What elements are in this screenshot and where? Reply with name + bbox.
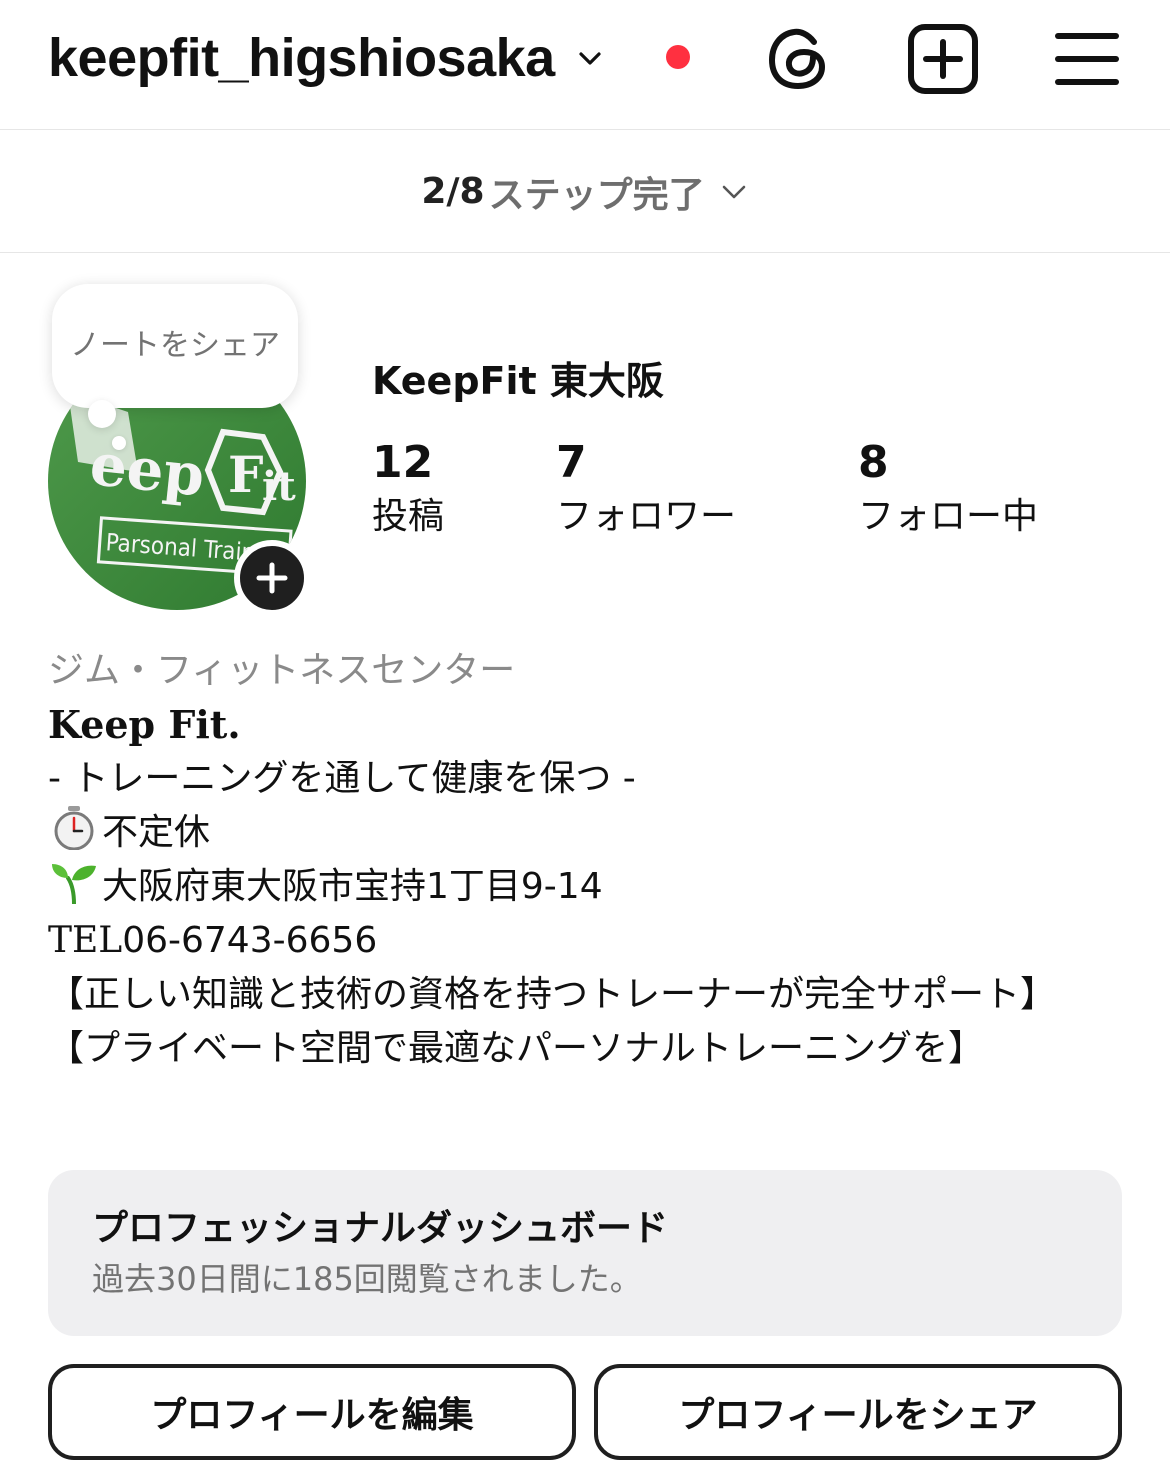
category-label: ジム・フィットネスセンター: [48, 650, 516, 691]
bio-hours-line: 不定休: [48, 806, 1128, 860]
seedling-icon: [52, 864, 96, 904]
svg-text:F: F: [228, 445, 264, 504]
add-story-button[interactable]: [234, 540, 310, 616]
bio-address: 大阪府東大阪市宝持1丁目9-14: [102, 866, 603, 907]
share-profile-button[interactable]: プロフィールをシェア: [594, 1364, 1122, 1460]
bio-line-private: 【プライベート空間で最適なパーソナルトレーニングを】: [48, 1028, 985, 1069]
posts-label: 投稿: [372, 496, 445, 537]
menu-icon[interactable]: [1050, 22, 1124, 96]
stat-followers[interactable]: 7 フォロワー: [556, 436, 736, 542]
chevron-down-icon[interactable]: [575, 43, 605, 73]
bio-line-support: 【正しい知識と技術の資格を持つトレーナーが完全サポート】: [48, 974, 1057, 1015]
chevron-down-icon: [722, 185, 745, 198]
username[interactable]: keepfit_higshiosaka: [48, 27, 555, 89]
stat-following[interactable]: 8 フォロー中: [858, 436, 1038, 542]
bio-tel-line: TEL06-6743-6656: [48, 914, 1128, 968]
edit-profile-button[interactable]: プロフィールを編集: [48, 1364, 576, 1460]
account-switcher[interactable]: keepfit_higshiosaka: [48, 20, 605, 96]
svg-text:eep: eep: [87, 430, 208, 510]
stopwatch-icon: [54, 806, 94, 850]
note-bubble-tail-small: [112, 436, 126, 450]
display-name: KeepFit 東大阪: [372, 359, 664, 403]
top-header: keepfit_higshiosaka: [0, 0, 1170, 130]
followers-count: 7: [556, 437, 587, 488]
stat-posts[interactable]: 12 投稿: [372, 436, 444, 542]
bio-address-line: 大阪府東大阪市宝持1丁目9-14: [48, 860, 1128, 914]
following-count: 8: [858, 437, 889, 488]
bio-title: Keep Fit.: [48, 702, 241, 747]
note-placeholder: ノートをシェア: [70, 328, 280, 363]
following-label: フォロー中: [858, 496, 1039, 537]
note-bubble-tail: [88, 400, 116, 428]
share-note-bubble[interactable]: ノートをシェア: [52, 284, 298, 408]
svg-text:it: it: [262, 463, 296, 510]
tel-number[interactable]: 06-6743-6656: [122, 920, 377, 961]
steps-label: ステップ完了: [488, 174, 705, 216]
plus-icon: [256, 562, 288, 594]
threads-icon[interactable]: [762, 22, 836, 96]
bio-tagline: - トレーニングを通して健康を保つ -: [48, 758, 636, 799]
create-post-icon[interactable]: [906, 22, 980, 96]
steps-count: 2/8: [421, 171, 485, 212]
dashboard-title: プロフェッショナルダッシュボード: [92, 1208, 669, 1249]
bio-hours: 不定休: [102, 812, 211, 853]
followers-label: フォロワー: [556, 496, 737, 537]
posts-count: 12: [372, 437, 434, 488]
tel-prefix: TEL: [48, 920, 123, 961]
dashboard-subtitle: 過去30日間に185回閲覧されました。: [92, 1260, 642, 1298]
profile-bio: ジム・フィットネスセンター Keep Fit. - トレーニングを通して健康を保…: [48, 644, 1128, 1076]
notification-dot: [666, 45, 690, 69]
profile-steps-progress[interactable]: 2/8 ステップ完了: [0, 131, 1170, 253]
professional-dashboard-card[interactable]: プロフェッショナルダッシュボード 過去30日間に185回閲覧されました。: [48, 1170, 1122, 1336]
